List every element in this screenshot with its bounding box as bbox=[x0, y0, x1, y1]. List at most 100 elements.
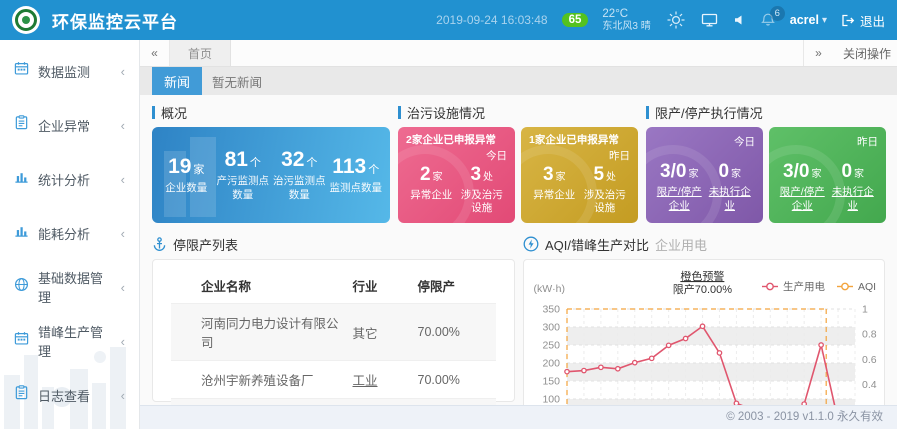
card-period-label: 今日 bbox=[406, 148, 507, 163]
stat-unit: 个 bbox=[368, 164, 379, 176]
list-section-title: 停限产列表 bbox=[152, 235, 515, 253]
double-chevron-left-icon: « bbox=[151, 46, 158, 60]
card-stat-label[interactable]: 限产/停产企业 bbox=[654, 186, 705, 213]
lightning-icon bbox=[523, 236, 539, 252]
y-left-tick: 300 bbox=[542, 322, 560, 334]
user-menu[interactable]: acrel ▾ bbox=[790, 13, 827, 27]
data-point bbox=[819, 343, 823, 347]
production-card-yesterday[interactable]: 昨日3/0家0家限产/停产企业未执行企业 bbox=[769, 127, 886, 223]
clipboard-icon bbox=[14, 385, 29, 405]
bar-chart-icon bbox=[14, 223, 29, 243]
weather-info: 22°C 东北风3 晴 bbox=[602, 7, 650, 34]
sidebar-item-log-view[interactable]: 日志查看‹ bbox=[0, 368, 139, 422]
stat-value: 3 bbox=[543, 164, 554, 185]
card-stat-label[interactable]: 未执行企业 bbox=[828, 186, 879, 213]
sidebar-item-offpeak-production-management[interactable]: 错峰生产管理‹ bbox=[0, 314, 139, 368]
y-left-tick: 150 bbox=[542, 376, 560, 388]
production-cards: 今日3/0家0家限产/停产企业未执行企业昨日3/0家0家限产/停产企业未执行企业 bbox=[646, 127, 886, 223]
chevron-left-icon: ‹ bbox=[121, 388, 125, 403]
section-title-text: 治污设施情况 bbox=[407, 103, 485, 122]
data-point bbox=[599, 365, 603, 369]
sidebar-item-statistics-analysis[interactable]: 统计分析‹ bbox=[0, 152, 139, 206]
bell-icon[interactable]: 6 bbox=[760, 12, 776, 28]
stat-unit: 家 bbox=[811, 169, 821, 180]
y-left-tick: 200 bbox=[542, 358, 560, 370]
sidebar-item-enterprise-abnormal[interactable]: 企业异常‹ bbox=[0, 98, 139, 152]
card-labels-row: 限产/停产企业未执行企业 bbox=[777, 186, 878, 213]
company-name-cell: 河南同力电力设计有限公司 bbox=[171, 304, 347, 361]
chart-section: AQI/错峰生产对比 企业用电 35030025020015010050010.… bbox=[523, 235, 885, 429]
data-point bbox=[565, 369, 569, 373]
chevron-left-icon: ‹ bbox=[121, 172, 125, 187]
aqi-badge: 65 bbox=[562, 13, 589, 27]
caret-down-icon: ▾ bbox=[822, 15, 827, 26]
card-stat-label[interactable]: 限产/停产企业 bbox=[777, 186, 828, 213]
content-area: 概况 19家企业数量81个产污监测点数量32个治污监测点数量113个监测点数量 … bbox=[140, 95, 897, 429]
scroll-tabs-left-button[interactable]: « bbox=[140, 40, 170, 66]
table-header-cell: 企业名称 bbox=[171, 268, 347, 304]
overview-stat: 19家企业数量 bbox=[158, 155, 215, 195]
sidebar: 数据监测‹企业异常‹统计分析‹能耗分析‹基础数据管理‹错峰生产管理‹日志查看‹ bbox=[0, 40, 140, 429]
table-row: 沧州宇新养殖设备厂工业70.00% bbox=[171, 361, 496, 399]
stat-label: 企业数量 bbox=[158, 182, 215, 195]
close-actions-button[interactable]: 关闭操作 bbox=[833, 40, 897, 66]
page: 环保监控云平台 2019-09-24 16:03:48 65 22°C 东北风3… bbox=[0, 0, 897, 429]
sidebar-item-label: 能耗分析 bbox=[38, 224, 90, 243]
industry-cell: 其它 bbox=[347, 304, 412, 361]
data-point bbox=[666, 343, 670, 347]
overview-stat: 81个产污监测点数量 bbox=[215, 148, 272, 201]
card-stats-row: 3家5处 bbox=[529, 164, 630, 186]
card-period-label: 昨日 bbox=[529, 148, 630, 163]
logout-button[interactable]: 退出 bbox=[841, 11, 885, 30]
copyright-text: © 2003 - 2019 v1.1.0 永久有效 bbox=[726, 411, 883, 423]
treatment-section: 治污设施情况 2家企业已申报异常今日2家3处异常企业涉及治污设施1家企业已申报异… bbox=[398, 103, 638, 223]
legend-item-power[interactable]: 生产用电 bbox=[762, 280, 825, 293]
aqi-chart[interactable]: 35030025020015010050010.80.60.40.2(kW·h)… bbox=[525, 261, 883, 429]
main-area: « 首页 » 关闭操作 新闻 暂无新闻 概况 19家企业数量81个产污监测点数量… bbox=[140, 40, 897, 429]
stat-value: 3/0 bbox=[660, 161, 686, 182]
card-stat-label: 涉及治污设施 bbox=[457, 189, 508, 216]
bar-chart-icon bbox=[14, 169, 29, 189]
tab-home[interactable]: 首页 bbox=[170, 40, 231, 66]
news-content: 暂无新闻 bbox=[212, 72, 262, 91]
speaker-icon[interactable] bbox=[732, 13, 746, 27]
overview-stat: 113个监测点数量 bbox=[328, 155, 385, 195]
sidebar-item-base-data-management[interactable]: 基础数据管理‹ bbox=[0, 260, 139, 314]
card-stat-label[interactable]: 未执行企业 bbox=[705, 186, 756, 213]
limit-percent-cell: 70.00% bbox=[412, 361, 497, 399]
clipboard-icon bbox=[14, 115, 29, 135]
industry-value[interactable]: 工业 bbox=[353, 374, 378, 388]
username: acrel bbox=[790, 13, 819, 27]
sidebar-item-energy-analysis[interactable]: 能耗分析‹ bbox=[0, 206, 139, 260]
chevron-left-icon: ‹ bbox=[121, 64, 125, 79]
legend-item-aqi[interactable]: AQI bbox=[837, 281, 876, 293]
card-stat: 0家 bbox=[705, 161, 756, 183]
news-label-button[interactable]: 新闻 bbox=[152, 67, 202, 95]
app-title: 环保监控云平台 bbox=[52, 8, 178, 33]
data-point bbox=[700, 324, 704, 328]
industry-cell: 工业 bbox=[347, 361, 412, 399]
logout-icon bbox=[841, 14, 855, 27]
card-stat-label: 异常企业 bbox=[529, 189, 580, 216]
sidebar-item-label: 错峰生产管理 bbox=[38, 322, 112, 360]
sidebar-item-data-monitoring[interactable]: 数据监测‹ bbox=[0, 44, 139, 98]
production-section-title: 限产/停产执行情况 bbox=[646, 103, 886, 121]
stat-unit: 家 bbox=[688, 169, 698, 180]
stat-value: 32 bbox=[281, 148, 304, 171]
stat-label: 监测点数量 bbox=[328, 182, 385, 195]
sidebar-menu: 数据监测‹企业异常‹统计分析‹能耗分析‹基础数据管理‹错峰生产管理‹日志查看‹ bbox=[0, 40, 139, 422]
list-section: 停限产列表 企业名称行业停限产 河南同力电力设计有限公司其它70.00%沧州宇新… bbox=[152, 235, 515, 429]
treatment-card-today[interactable]: 2家企业已申报异常今日2家3处异常企业涉及治污设施 bbox=[398, 127, 515, 223]
production-card-today[interactable]: 今日3/0家0家限产/停产企业未执行企业 bbox=[646, 127, 763, 223]
card-stat: 3家 bbox=[529, 164, 580, 186]
card-labels-row: 限产/停产企业未执行企业 bbox=[654, 186, 755, 213]
list-card: 企业名称行业停限产 河南同力电力设计有限公司其它70.00%沧州宇新养殖设备厂工… bbox=[152, 259, 515, 402]
industry-value: 其它 bbox=[353, 327, 378, 341]
treatment-card-yesterday[interactable]: 1家企业已申报异常昨日3家5处异常企业涉及治污设施 bbox=[521, 127, 638, 223]
notification-badge: 6 bbox=[770, 6, 785, 21]
double-chevron-right-icon: » bbox=[815, 46, 822, 60]
chart-band bbox=[567, 327, 855, 345]
scroll-tabs-right-button[interactable]: » bbox=[803, 40, 833, 66]
stat-value: 3 bbox=[470, 164, 481, 185]
monitor-icon[interactable] bbox=[701, 12, 718, 28]
